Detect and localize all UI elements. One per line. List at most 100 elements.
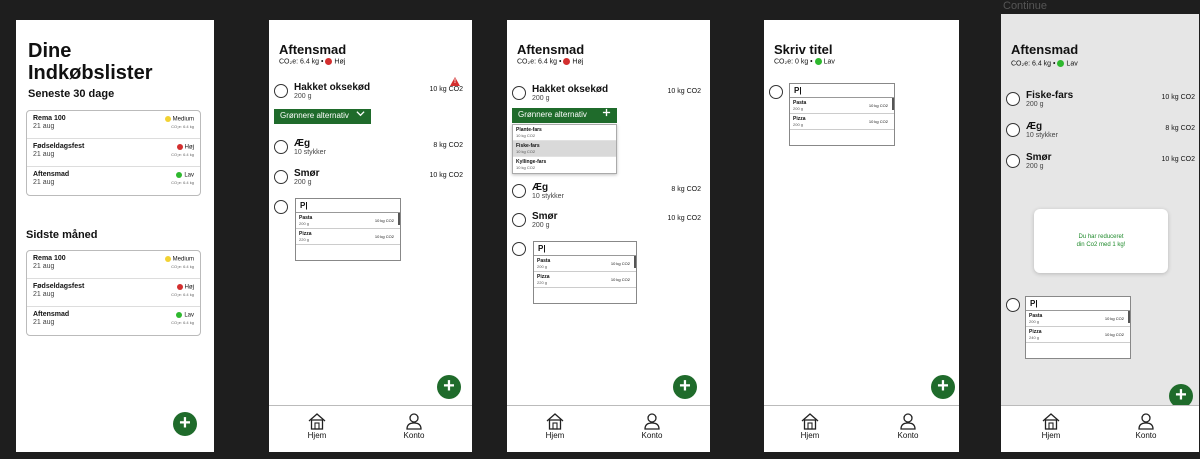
item-name: Hakket oksekød xyxy=(294,82,371,93)
item-co2: 10 kg CO2 xyxy=(667,88,701,95)
level-label: Lav xyxy=(184,312,194,319)
level-label: Høj xyxy=(184,144,194,151)
new-item-checkbox[interactable] xyxy=(1006,298,1020,312)
nav-account[interactable]: Konto xyxy=(394,412,434,440)
result-co2: 10 kg CO2 xyxy=(1104,316,1124,321)
level-dot-icon xyxy=(176,172,183,178)
level-dot-icon xyxy=(325,58,333,65)
search-result[interactable]: Pizza 200 g 10 kg CO2 xyxy=(790,114,894,130)
item-co2: 10 kg CO2 xyxy=(1161,94,1195,101)
result-co2: 10 kg CO2 xyxy=(610,261,630,266)
search-input[interactable]: P| xyxy=(790,84,894,98)
nav-account[interactable]: Konto xyxy=(888,412,928,440)
item-search: P| Pasta 200 g 10 kg CO2 Pizza 240 g 10 kg C… xyxy=(1025,296,1131,359)
result-co2: 10 kg CO2 xyxy=(610,277,630,282)
co2-summary: CO₂e: 6.4 kg • Lav xyxy=(1011,60,1078,67)
add-item-button[interactable]: + xyxy=(931,375,955,399)
search-input[interactable]: P| xyxy=(534,242,636,256)
new-item-checkbox[interactable] xyxy=(512,242,526,256)
co2-value: CO₂e: 6.4 kg xyxy=(171,151,194,157)
level-dot-icon xyxy=(1057,60,1065,67)
co2-value: CO₂e: 6.4 kg xyxy=(171,179,194,185)
item-checkbox[interactable] xyxy=(274,140,288,154)
item-name: Æg xyxy=(294,138,311,149)
search-result[interactable]: Pizza 220 g 10 kg CO2 xyxy=(296,229,400,245)
nav-home[interactable]: Hjem xyxy=(535,412,575,440)
list-item: Hakket oksekød 200 g 10 kg CO2 xyxy=(274,82,467,104)
level-badge: Lav CO₂e: 6.4 kg xyxy=(171,312,194,325)
list-item: Smør 200 g 10 kg CO2 xyxy=(1006,152,1199,174)
greener-alternative-button[interactable]: Grønnere alternativ xyxy=(512,108,617,123)
list-title: Aftensmad xyxy=(1011,42,1079,57)
add-item-button[interactable]: + xyxy=(673,375,697,399)
list-item[interactable]: Fødseldagsfest 21 aug Høj CO₂e: 6.4 kg xyxy=(27,279,200,307)
search-result[interactable]: Pizza 220 g 10 kg CO2 xyxy=(534,272,636,288)
item-checkbox[interactable] xyxy=(512,184,526,198)
list-item[interactable]: Aftensmad 21 aug Lav CO₂e: 6.4 kg xyxy=(27,307,200,335)
nav-home-label: Hjem xyxy=(545,431,565,440)
nav-home[interactable]: Hjem xyxy=(790,412,830,440)
item-name: Smør xyxy=(532,211,558,222)
alternative-co2: 10 kg CO2 xyxy=(516,133,536,138)
list-name: Fødseldagsfest xyxy=(33,283,85,290)
toast-line-1: Du har reduceret xyxy=(1078,234,1124,240)
alternative-option[interactable]: Kyllinge-fars 10 kg CO2 xyxy=(513,157,616,173)
co2-summary: CO₂e: 6.4 kg • Høj xyxy=(517,58,583,65)
toast-line-2: din Co2 med 1 kg! xyxy=(1076,242,1126,248)
search-result[interactable]: Pasta 200 g 10 kg CO2 xyxy=(534,256,636,272)
add-item-button[interactable]: + xyxy=(437,375,461,399)
search-input[interactable]: P| xyxy=(1026,297,1130,311)
new-list-screen: Skriv titel CO₂e: 0 kg • Lav P| Pasta 200… xyxy=(764,20,959,452)
new-item-checkbox[interactable] xyxy=(274,200,288,214)
item-checkbox[interactable] xyxy=(512,213,526,227)
bottom-nav: Hjem Konto xyxy=(764,405,959,452)
last-month-lists-card: Rema 100 21 aug Medium CO₂e: 6.4 kg Fødse… xyxy=(26,250,201,336)
item-quantity: 10 stykker xyxy=(1026,132,1058,139)
level-label: Lav xyxy=(1066,60,1078,68)
nav-account-label: Konto xyxy=(641,431,663,440)
search-input[interactable]: P| xyxy=(296,199,400,213)
search-result[interactable]: Pasta 200 g 10 kg CO2 xyxy=(1026,311,1130,327)
greener-label: Grønnere alternativ xyxy=(280,111,349,120)
list-item[interactable]: Rema 100 21 aug Medium CO₂e: 6.4 kg xyxy=(27,111,200,139)
home-icon xyxy=(308,413,326,430)
list-item: Æg 10 stykker 8 kg CO2 xyxy=(512,182,705,204)
item-name: Smør xyxy=(294,168,320,179)
item-checkbox[interactable] xyxy=(512,86,526,100)
list-item: Æg 10 stykker 8 kg CO2 xyxy=(274,138,467,160)
nav-account[interactable]: Konto xyxy=(632,412,672,440)
search-result[interactable]: Pasta 200 g 10 kg CO2 xyxy=(296,213,400,229)
level-dot-icon xyxy=(814,58,822,65)
item-co2: 10 kg CO2 xyxy=(429,172,463,179)
list-item[interactable]: Fødseldagsfest 21 aug Høj CO₂e: 6.4 kg xyxy=(27,139,200,167)
last-month-heading: Sidste måned xyxy=(26,229,98,241)
level-badge: Medium CO₂e: 6.4 kg xyxy=(164,116,194,129)
search-result[interactable]: Pizza 240 g 10 kg CO2 xyxy=(1026,327,1130,343)
item-checkbox[interactable] xyxy=(1006,92,1020,106)
level-label: Lav xyxy=(823,58,835,66)
item-search: P| Pasta 200 g 10 kg CO2 Pizza 220 g 10 kg C… xyxy=(533,241,637,304)
home-icon xyxy=(546,413,564,430)
alternatives-dropdown: Plante-fars 10 kg CO2 Fiske-fars 10 kg CO2… xyxy=(512,124,617,174)
greener-alternative-button[interactable]: Grønnere alternativ xyxy=(274,109,371,124)
item-checkbox[interactable] xyxy=(274,170,288,184)
bottom-nav: Hjem Konto xyxy=(507,405,710,452)
alternative-option[interactable]: Plante-fars 10 kg CO2 xyxy=(513,125,616,141)
search-result[interactable]: Pasta 200 g 10 kg CO2 xyxy=(790,98,894,114)
item-name: Æg xyxy=(1026,121,1043,132)
add-list-button[interactable]: + xyxy=(173,412,197,436)
item-search: P| Pasta 200 g 10 kg CO2 Pizza 220 g 10 kg C… xyxy=(295,198,401,261)
item-checkbox[interactable] xyxy=(274,84,288,98)
nav-account[interactable]: Konto xyxy=(1126,412,1166,440)
new-item-checkbox[interactable] xyxy=(769,85,783,99)
chevron-down-icon xyxy=(356,109,365,120)
list-item: Smør 200 g 10 kg CO2 xyxy=(274,168,467,190)
alternative-option[interactable]: Fiske-fars 10 kg CO2 xyxy=(513,141,616,157)
list-item[interactable]: Aftensmad 21 aug Lav CO₂e: 6.4 kg xyxy=(27,167,200,195)
item-checkbox[interactable] xyxy=(1006,123,1020,137)
nav-home[interactable]: Hjem xyxy=(297,412,337,440)
list-title-input[interactable]: Skriv titel xyxy=(774,42,833,57)
nav-home[interactable]: Hjem xyxy=(1031,412,1071,440)
list-item[interactable]: Rema 100 21 aug Medium CO₂e: 6.4 kg xyxy=(27,251,200,279)
item-checkbox[interactable] xyxy=(1006,154,1020,168)
